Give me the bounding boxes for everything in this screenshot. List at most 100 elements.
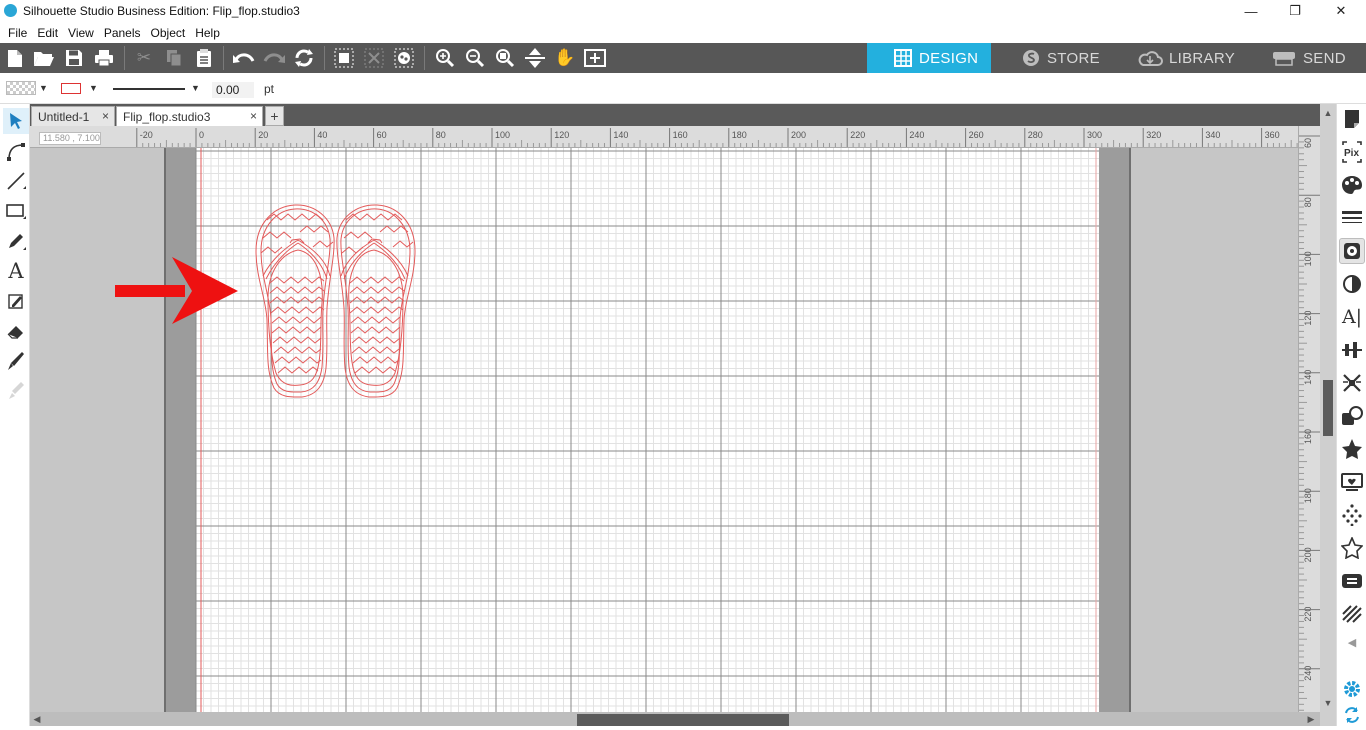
transform-icon[interactable] bbox=[1339, 469, 1365, 495]
cut-icon[interactable]: ✂ bbox=[131, 46, 157, 70]
open-folder-icon[interactable] bbox=[31, 46, 57, 70]
offset-icon[interactable] bbox=[1339, 436, 1365, 462]
menu-help[interactable]: Help bbox=[190, 26, 225, 40]
new-document-icon[interactable] bbox=[2, 46, 28, 70]
line-style-icon[interactable] bbox=[1339, 205, 1365, 231]
trace-icon[interactable] bbox=[1339, 238, 1365, 264]
close-tab-icon[interactable]: × bbox=[102, 109, 109, 123]
tab-library[interactable]: LIBRARY bbox=[1113, 43, 1243, 73]
replicate-icon[interactable] bbox=[1339, 370, 1365, 396]
zoom-selection-icon[interactable] bbox=[492, 46, 518, 70]
cloud-icon bbox=[1137, 49, 1163, 67]
fill-color-swatch[interactable] bbox=[6, 81, 36, 95]
horizontal-scrollbar[interactable]: ◀ ▶ bbox=[30, 712, 1320, 726]
line-style-dropdown-icon[interactable]: ▼ bbox=[191, 83, 200, 93]
settings-gear-icon[interactable] bbox=[1339, 676, 1365, 702]
print-icon[interactable] bbox=[91, 46, 117, 70]
line-tool-icon[interactable] bbox=[3, 168, 29, 194]
sketch-star-icon[interactable] bbox=[1339, 535, 1365, 561]
menu-view[interactable]: View bbox=[63, 26, 99, 40]
fill-dropdown-icon[interactable]: ▼ bbox=[39, 83, 48, 93]
menu-object[interactable]: Object bbox=[146, 26, 191, 40]
text-style-icon[interactable]: A| bbox=[1339, 304, 1365, 330]
scroll-right-icon[interactable]: ▶ bbox=[1304, 712, 1318, 726]
vertical-scrollbar[interactable]: ▲ ▼ bbox=[1320, 104, 1336, 726]
emboss-icon[interactable] bbox=[1339, 601, 1365, 627]
horizontal-scroll-thumb[interactable] bbox=[577, 714, 789, 726]
ruler-label: 0 bbox=[199, 130, 204, 140]
bottom-edge bbox=[0, 726, 1366, 730]
ruler-label: 220 bbox=[1303, 607, 1313, 622]
align-icon[interactable] bbox=[1339, 337, 1365, 363]
scroll-down-icon[interactable]: ▼ bbox=[1321, 696, 1335, 710]
doc-tab-label: Untitled-1 bbox=[38, 109, 90, 124]
modify-icon[interactable] bbox=[1339, 403, 1365, 429]
ruler-label: 120 bbox=[554, 130, 569, 140]
menu-edit[interactable]: Edit bbox=[32, 26, 63, 40]
fit-page-icon[interactable] bbox=[522, 46, 548, 70]
restore-button[interactable]: ❐ bbox=[1272, 0, 1318, 22]
pan-hand-icon[interactable]: ✋ bbox=[552, 46, 578, 70]
undo-icon[interactable] bbox=[231, 46, 257, 70]
pixscan-icon[interactable]: Pix bbox=[1339, 139, 1365, 165]
nesting-icon[interactable] bbox=[1339, 568, 1365, 594]
page-setup-icon[interactable] bbox=[1339, 106, 1365, 132]
rectangle-tool-icon[interactable] bbox=[3, 198, 29, 224]
vertical-ruler: 60 80 100 120 140 160 180 200 220 240 bbox=[1298, 126, 1320, 712]
eraser-tool-icon[interactable] bbox=[3, 318, 29, 344]
window-title: Silhouette Studio Business Edition: Flip… bbox=[23, 4, 300, 18]
ruler-label: 80 bbox=[1303, 197, 1313, 207]
text-tool-icon[interactable]: A bbox=[3, 258, 29, 284]
add-tab-button[interactable]: + bbox=[265, 106, 284, 126]
eyedropper-tool-icon[interactable] bbox=[3, 378, 29, 404]
vertical-scroll-thumb[interactable] bbox=[1323, 380, 1333, 436]
group-icon[interactable] bbox=[331, 46, 357, 70]
knife-tool-icon[interactable] bbox=[3, 348, 29, 374]
close-button[interactable]: ✕ bbox=[1318, 0, 1364, 22]
tab-design[interactable]: DESIGN bbox=[867, 43, 991, 73]
close-tab-icon[interactable]: × bbox=[250, 109, 257, 123]
line-color-swatch[interactable] bbox=[61, 83, 81, 94]
tab-send[interactable]: SEND bbox=[1245, 43, 1366, 73]
copy-icon[interactable] bbox=[161, 46, 187, 70]
left-tool-palette: A bbox=[0, 104, 30, 730]
menu-panels[interactable]: Panels bbox=[99, 26, 146, 40]
minimize-button[interactable]: — bbox=[1228, 0, 1274, 22]
line-color-dropdown-icon[interactable]: ▼ bbox=[89, 83, 98, 93]
ungroup-icon[interactable] bbox=[361, 46, 387, 70]
cursor-coordinate-readout: 11.580 , 7.100 bbox=[39, 132, 101, 145]
doc-tab-flip-flop[interactable]: Flip_flop.studio3 × bbox=[116, 106, 263, 126]
menu-file[interactable]: File bbox=[3, 26, 32, 40]
zoom-in-icon[interactable] bbox=[432, 46, 458, 70]
save-icon[interactable] bbox=[61, 46, 87, 70]
rhinestone-icon[interactable] bbox=[1339, 502, 1365, 528]
fit-to-window-icon[interactable] bbox=[582, 46, 608, 70]
edit-points-tool-icon[interactable] bbox=[3, 138, 29, 164]
fill-panel-icon[interactable] bbox=[1339, 172, 1365, 198]
zoom-out-icon[interactable] bbox=[462, 46, 488, 70]
redo-icon[interactable] bbox=[261, 46, 287, 70]
ruler-label: 160 bbox=[673, 130, 688, 140]
refresh-icon[interactable] bbox=[1339, 702, 1365, 728]
scroll-up-icon[interactable]: ▲ bbox=[1321, 106, 1335, 120]
ruler-label: 100 bbox=[1303, 251, 1313, 266]
paste-icon[interactable] bbox=[191, 46, 217, 70]
line-weight-input[interactable] bbox=[212, 82, 254, 98]
select-tool-icon[interactable] bbox=[3, 108, 29, 134]
design-workspace[interactable] bbox=[30, 148, 1298, 712]
ruler-label: 340 bbox=[1205, 130, 1220, 140]
line-style-preview[interactable] bbox=[113, 88, 185, 90]
ruler-label: 60 bbox=[377, 130, 387, 140]
redraw-icon[interactable] bbox=[291, 46, 317, 70]
tab-store[interactable]: STORE bbox=[993, 43, 1111, 73]
ruler-label: 180 bbox=[1303, 488, 1313, 503]
grid-icon bbox=[893, 49, 913, 67]
ruler-label: 40 bbox=[317, 130, 327, 140]
transparency-icon[interactable] bbox=[1339, 271, 1365, 297]
doc-tab-untitled-1[interactable]: Untitled-1 × bbox=[31, 106, 115, 126]
collapse-panel-icon[interactable]: ◀ bbox=[1339, 629, 1365, 655]
freehand-tool-icon[interactable] bbox=[3, 228, 29, 254]
scroll-left-icon[interactable]: ◀ bbox=[30, 712, 44, 726]
compound-path-icon[interactable] bbox=[391, 46, 417, 70]
sketch-tool-icon[interactable] bbox=[3, 288, 29, 314]
